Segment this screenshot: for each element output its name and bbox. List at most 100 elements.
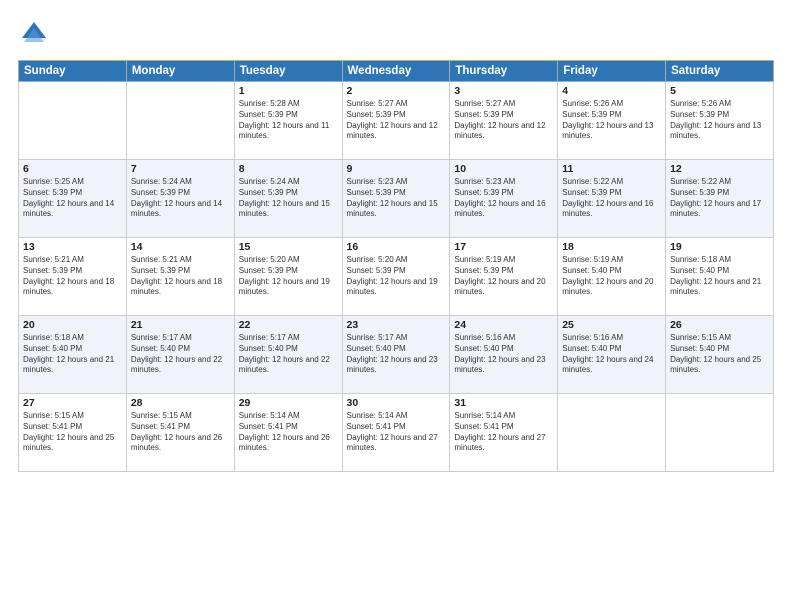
day-number: 25 — [562, 319, 661, 331]
day-info: Sunrise: 5:14 AM Sunset: 5:41 PM Dayligh… — [454, 411, 553, 454]
day-cell — [126, 82, 234, 160]
day-info: Sunrise: 5:26 AM Sunset: 5:39 PM Dayligh… — [562, 99, 661, 142]
day-cell — [558, 394, 666, 472]
day-info: Sunrise: 5:22 AM Sunset: 5:39 PM Dayligh… — [562, 177, 661, 220]
day-number: 13 — [23, 241, 122, 253]
day-cell: 18Sunrise: 5:19 AM Sunset: 5:40 PM Dayli… — [558, 238, 666, 316]
day-number: 3 — [454, 85, 553, 97]
day-cell: 29Sunrise: 5:14 AM Sunset: 5:41 PM Dayli… — [234, 394, 342, 472]
day-number: 7 — [131, 163, 230, 175]
logo-icon — [18, 18, 50, 50]
day-info: Sunrise: 5:20 AM Sunset: 5:39 PM Dayligh… — [239, 255, 338, 298]
day-number: 8 — [239, 163, 338, 175]
day-number: 18 — [562, 241, 661, 253]
week-row-1: 1Sunrise: 5:28 AM Sunset: 5:39 PM Daylig… — [19, 82, 774, 160]
day-info: Sunrise: 5:24 AM Sunset: 5:39 PM Dayligh… — [239, 177, 338, 220]
day-cell: 30Sunrise: 5:14 AM Sunset: 5:41 PM Dayli… — [342, 394, 450, 472]
calendar: SundayMondayTuesdayWednesdayThursdayFrid… — [18, 60, 774, 472]
day-cell: 27 Sunrise: 5:15 AM Sunset: 5:41 PM Dayli… — [19, 394, 127, 472]
week-row-2: 6Sunrise: 5:25 AM Sunset: 5:39 PM Daylig… — [19, 160, 774, 238]
day-number: 27 — [23, 397, 122, 409]
day-number: 5 — [670, 85, 769, 97]
day-cell — [19, 82, 127, 160]
day-number: 21 — [131, 319, 230, 331]
day-cell: 11 Sunrise: 5:22 AM Sunset: 5:39 PM Dayli… — [558, 160, 666, 238]
week-row-5: 27 Sunrise: 5:15 AM Sunset: 5:41 PM Dayli… — [19, 394, 774, 472]
day-cell: 10 Sunrise: 5:23 AM Sunset: 5:39 PM Dayli… — [450, 160, 558, 238]
day-cell: 19 Sunrise: 5:18 AM Sunset: 5:40 PM Dayli… — [666, 238, 774, 316]
day-number: 22 — [239, 319, 338, 331]
day-cell: 6Sunrise: 5:25 AM Sunset: 5:39 PM Daylig… — [19, 160, 127, 238]
day-info: Sunrise: 5:16 AM Sunset: 5:40 PM Dayligh… — [454, 333, 553, 376]
day-number: 19 — [670, 241, 769, 253]
day-info: Sunrise: 5:14 AM Sunset: 5:41 PM Dayligh… — [347, 411, 446, 454]
day-cell: 14 Sunrise: 5:21 AM Sunset: 5:39 PM Dayli… — [126, 238, 234, 316]
logo — [18, 18, 54, 50]
day-number: 4 — [562, 85, 661, 97]
day-cell: 28Sunrise: 5:15 AM Sunset: 5:41 PM Dayli… — [126, 394, 234, 472]
day-cell: 8 Sunrise: 5:24 AM Sunset: 5:39 PM Daylig… — [234, 160, 342, 238]
day-info: Sunrise: 5:15 AM Sunset: 5:40 PM Dayligh… — [670, 333, 769, 376]
weekday-header-thursday: Thursday — [450, 61, 558, 82]
day-info: Sunrise: 5:18 AM Sunset: 5:40 PM Dayligh… — [23, 333, 122, 376]
day-info: Sunrise: 5:21 AM Sunset: 5:39 PM Dayligh… — [131, 255, 230, 298]
week-row-3: 13 Sunrise: 5:21 AM Sunset: 5:39 PM Dayli… — [19, 238, 774, 316]
day-number: 23 — [347, 319, 446, 331]
day-info: Sunrise: 5:22 AM Sunset: 5:39 PM Dayligh… — [670, 177, 769, 220]
day-info: Sunrise: 5:15 AM Sunset: 5:41 PM Dayligh… — [23, 411, 122, 454]
day-cell: 5 Sunrise: 5:26 AM Sunset: 5:39 PM Daylig… — [666, 82, 774, 160]
weekday-header-saturday: Saturday — [666, 61, 774, 82]
day-cell: 24 Sunrise: 5:16 AM Sunset: 5:40 PM Dayli… — [450, 316, 558, 394]
day-info: Sunrise: 5:19 AM Sunset: 5:39 PM Dayligh… — [454, 255, 553, 298]
day-info: Sunrise: 5:23 AM Sunset: 5:39 PM Dayligh… — [347, 177, 446, 220]
day-info: Sunrise: 5:28 AM Sunset: 5:39 PM Dayligh… — [239, 99, 338, 142]
weekday-header-tuesday: Tuesday — [234, 61, 342, 82]
day-info: Sunrise: 5:17 AM Sunset: 5:40 PM Dayligh… — [347, 333, 446, 376]
day-cell: 20 Sunrise: 5:18 AM Sunset: 5:40 PM Dayli… — [19, 316, 127, 394]
day-number: 9 — [347, 163, 446, 175]
day-cell: 31Sunrise: 5:14 AM Sunset: 5:41 PM Dayli… — [450, 394, 558, 472]
day-number: 10 — [454, 163, 553, 175]
week-row-4: 20 Sunrise: 5:18 AM Sunset: 5:40 PM Dayli… — [19, 316, 774, 394]
day-number: 2 — [347, 85, 446, 97]
day-number: 29 — [239, 397, 338, 409]
weekday-header-monday: Monday — [126, 61, 234, 82]
day-info: Sunrise: 5:23 AM Sunset: 5:39 PM Dayligh… — [454, 177, 553, 220]
day-cell — [666, 394, 774, 472]
day-cell: 2 Sunrise: 5:27 AM Sunset: 5:39 PM Daylig… — [342, 82, 450, 160]
day-number: 11 — [562, 163, 661, 175]
day-info: Sunrise: 5:17 AM Sunset: 5:40 PM Dayligh… — [239, 333, 338, 376]
weekday-header-row: SundayMondayTuesdayWednesdayThursdayFrid… — [19, 61, 774, 82]
day-number: 12 — [670, 163, 769, 175]
day-info: Sunrise: 5:24 AM Sunset: 5:39 PM Dayligh… — [131, 177, 230, 220]
day-cell: 9 Sunrise: 5:23 AM Sunset: 5:39 PM Daylig… — [342, 160, 450, 238]
day-cell: 15 Sunrise: 5:20 AM Sunset: 5:39 PM Dayli… — [234, 238, 342, 316]
day-cell: 25 Sunrise: 5:16 AM Sunset: 5:40 PM Dayli… — [558, 316, 666, 394]
day-info: Sunrise: 5:27 AM Sunset: 5:39 PM Dayligh… — [347, 99, 446, 142]
day-number: 24 — [454, 319, 553, 331]
weekday-header-sunday: Sunday — [19, 61, 127, 82]
day-cell: 13 Sunrise: 5:21 AM Sunset: 5:39 PM Dayli… — [19, 238, 127, 316]
day-number: 26 — [670, 319, 769, 331]
weekday-header-wednesday: Wednesday — [342, 61, 450, 82]
day-cell: 26 Sunrise: 5:15 AM Sunset: 5:40 PM Dayli… — [666, 316, 774, 394]
day-info: Sunrise: 5:18 AM Sunset: 5:40 PM Dayligh… — [670, 255, 769, 298]
day-info: Sunrise: 5:16 AM Sunset: 5:40 PM Dayligh… — [562, 333, 661, 376]
day-info: Sunrise: 5:15 AM Sunset: 5:41 PM Dayligh… — [131, 411, 230, 454]
day-number: 16 — [347, 241, 446, 253]
day-number: 6 — [23, 163, 122, 175]
day-cell: 12 Sunrise: 5:22 AM Sunset: 5:39 PM Dayli… — [666, 160, 774, 238]
header — [18, 18, 774, 50]
day-info: Sunrise: 5:21 AM Sunset: 5:39 PM Dayligh… — [23, 255, 122, 298]
page: SundayMondayTuesdayWednesdayThursdayFrid… — [0, 0, 792, 612]
day-info: Sunrise: 5:20 AM Sunset: 5:39 PM Dayligh… — [347, 255, 446, 298]
day-number: 14 — [131, 241, 230, 253]
day-cell: 16 Sunrise: 5:20 AM Sunset: 5:39 PM Dayli… — [342, 238, 450, 316]
day-info: Sunrise: 5:17 AM Sunset: 5:40 PM Dayligh… — [131, 333, 230, 376]
day-info: Sunrise: 5:26 AM Sunset: 5:39 PM Dayligh… — [670, 99, 769, 142]
day-cell: 21 Sunrise: 5:17 AM Sunset: 5:40 PM Dayli… — [126, 316, 234, 394]
day-cell: 22 Sunrise: 5:17 AM Sunset: 5:40 PM Dayli… — [234, 316, 342, 394]
day-number: 20 — [23, 319, 122, 331]
day-cell: 3Sunrise: 5:27 AM Sunset: 5:39 PM Daylig… — [450, 82, 558, 160]
day-number: 15 — [239, 241, 338, 253]
